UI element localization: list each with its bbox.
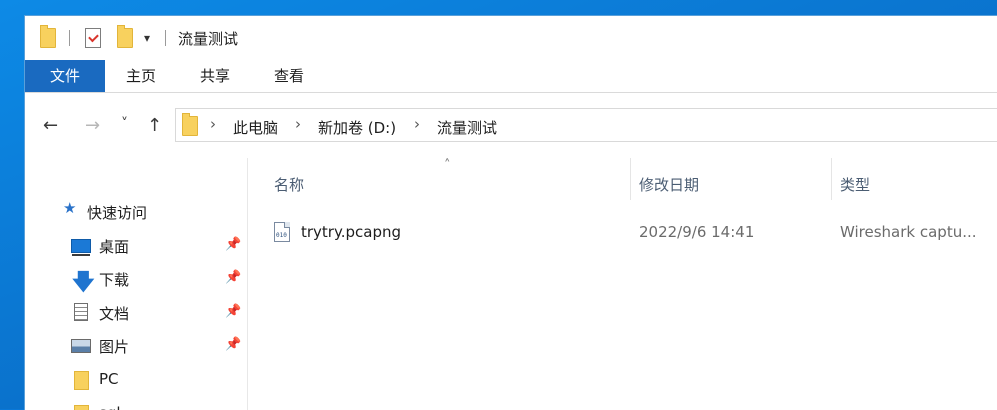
nav-item-downloads[interactable]: 🡇 下载 📌	[25, 263, 247, 295]
file-list: ˄ 名称 修改日期 类型 010 trytry.pcapng 2022/9/6 …	[248, 158, 997, 410]
pin-icon[interactable]: 📌	[225, 337, 241, 352]
sort-ascending-icon: ˄	[444, 158, 451, 173]
back-arrow-icon[interactable]: ←	[43, 115, 58, 136]
breadcrumb-separator-icon[interactable]: ›	[210, 115, 216, 133]
tab-home[interactable]: 主页	[113, 60, 169, 92]
properties-icon[interactable]	[85, 28, 101, 48]
breadcrumb-current-folder[interactable]: 流量测试	[437, 117, 497, 138]
breadcrumb-drive-d[interactable]: 新加卷 (D:)	[318, 117, 396, 138]
ribbon-tabs: 文件 主页 共享 查看	[25, 60, 997, 93]
nav-item-label: sql	[99, 404, 121, 410]
pcapng-file-icon: 010	[274, 222, 290, 242]
pin-icon[interactable]: 📌	[225, 270, 241, 285]
nav-item-desktop[interactable]: 桌面 📌	[25, 230, 247, 260]
toolbar-divider	[165, 30, 166, 46]
document-icon	[74, 303, 88, 321]
tab-share[interactable]: 共享	[187, 60, 243, 92]
navigation-bar: ← → ˅ ↑ › 此电脑 › 新加卷 (D:) › 流量测试	[25, 93, 997, 158]
file-type: Wireshark captu...	[840, 223, 977, 241]
nav-item-label: 下载	[99, 271, 130, 289]
nav-item-label: 文档	[99, 305, 130, 323]
nav-item-sql[interactable]: sql	[25, 398, 247, 410]
column-header-date-modified[interactable]: 修改日期	[639, 174, 699, 195]
window-title: 流量测试	[178, 30, 239, 48]
nav-item-label: 图片	[99, 338, 130, 356]
file-icon-label: 010	[276, 232, 287, 239]
nav-item-quick-access[interactable]: ★ 快速访问	[25, 196, 247, 226]
nav-item-pc[interactable]: PC	[25, 364, 247, 394]
customize-dropdown-icon[interactable]: ▾	[144, 31, 150, 45]
folder-icon	[74, 405, 89, 410]
folder-icon	[74, 371, 89, 390]
new-folder-icon[interactable]	[117, 25, 133, 48]
breadcrumb-this-pc[interactable]: 此电脑	[233, 117, 278, 138]
column-header-name[interactable]: 名称	[274, 174, 304, 195]
column-resize-handle[interactable]	[831, 158, 832, 200]
breadcrumb-separator-icon[interactable]: ›	[414, 115, 420, 133]
nav-item-documents[interactable]: 文档 📌	[25, 297, 247, 327]
title-bar: ▾ 流量测试	[25, 16, 997, 60]
nav-item-label: PC	[99, 370, 119, 388]
nav-item-label: 桌面	[99, 238, 130, 256]
folder-icon	[182, 113, 198, 136]
breadcrumb-separator-icon[interactable]: ›	[295, 115, 301, 133]
toolbar-divider	[69, 30, 70, 46]
column-resize-handle[interactable]	[630, 158, 631, 200]
folder-icon[interactable]	[40, 25, 56, 48]
file-name[interactable]: trytry.pcapng	[301, 223, 401, 241]
file-row[interactable]: 010 trytry.pcapng 2022/9/6 14:41 Wiresha…	[274, 218, 997, 248]
desktop-icon	[71, 239, 91, 256]
file-explorer-window: ▾ 流量测试 文件 主页 共享 查看 ← → ˅ ↑ › 此电脑 › 新加卷 (…	[24, 15, 997, 410]
column-header-type[interactable]: 类型	[840, 174, 870, 195]
nav-item-pictures[interactable]: 图片 📌	[25, 330, 247, 360]
address-bar[interactable]: › 此电脑 › 新加卷 (D:) › 流量测试	[175, 108, 997, 142]
forward-arrow-icon[interactable]: →	[85, 115, 100, 136]
up-arrow-icon[interactable]: ↑	[147, 115, 162, 136]
tab-file[interactable]: 文件	[25, 60, 105, 92]
pin-icon[interactable]: 📌	[225, 304, 241, 319]
star-icon: ★	[63, 199, 77, 217]
recent-locations-chevron-icon[interactable]: ˅	[121, 116, 128, 132]
pin-icon[interactable]: 📌	[225, 237, 241, 252]
tab-view[interactable]: 查看	[261, 60, 317, 92]
picture-icon	[71, 339, 91, 353]
nav-item-label: 快速访问	[87, 204, 148, 222]
file-date-modified: 2022/9/6 14:41	[639, 223, 755, 241]
navigation-pane: ★ 快速访问 桌面 📌 🡇 下载 📌 文档 📌 图片 📌 PC	[25, 158, 248, 410]
